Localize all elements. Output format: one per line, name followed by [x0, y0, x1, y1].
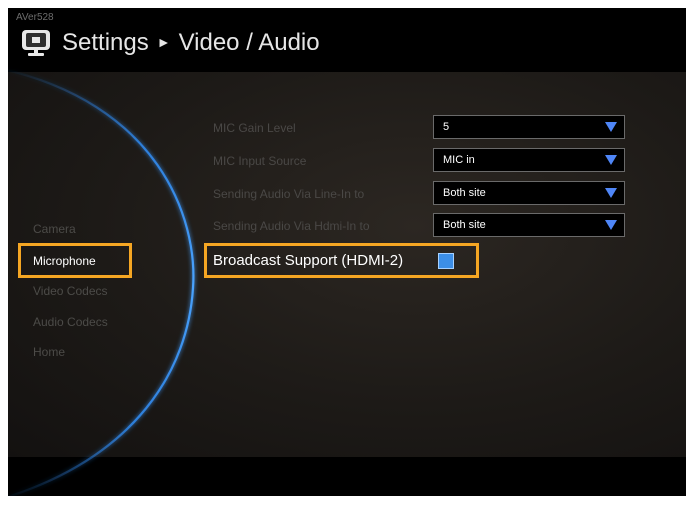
- hdmi-in-routing-dropdown[interactable]: Both site: [433, 213, 625, 237]
- line-in-routing-value: Both site: [443, 187, 486, 199]
- hdmi-in-routing-label: Sending Audio Via Hdmi-In to: [213, 219, 370, 233]
- footer-bar: [8, 457, 686, 496]
- mic-input-source-dropdown[interactable]: MIC in: [433, 148, 625, 172]
- sidebar-item-camera[interactable]: Camera: [33, 222, 76, 236]
- app-screen: Camera Microphone Video Codecs Audio Cod…: [8, 8, 686, 496]
- page-title: Settings ► Video / Audio: [20, 28, 320, 58]
- breadcrumb-arrow-icon: ►: [156, 34, 171, 50]
- mic-input-source-label: MIC Input Source: [213, 154, 307, 168]
- line-in-routing-dropdown[interactable]: Both site: [433, 181, 625, 205]
- sidebar-item-audio-codecs[interactable]: Audio Codecs: [33, 315, 108, 329]
- broadcast-support-checkbox[interactable]: [438, 253, 454, 269]
- focus-highlight-sidebar: [18, 243, 132, 278]
- triangle-down-icon: [605, 188, 617, 198]
- monitor-icon: [22, 30, 50, 56]
- triangle-down-icon: [605, 220, 617, 230]
- brand-label: AVer528: [16, 12, 54, 23]
- breadcrumb-section: Settings: [62, 29, 149, 56]
- mic-input-source-value: MIC in: [443, 154, 475, 166]
- triangle-down-icon: [605, 122, 617, 132]
- header-bar: AVer528 Settings ► Video / Audio: [8, 8, 686, 72]
- line-in-routing-label: Sending Audio Via Line-In to: [213, 187, 365, 201]
- sidebar-item-home[interactable]: Home: [33, 345, 65, 359]
- mic-gain-level-label: MIC Gain Level: [213, 121, 296, 135]
- sidebar-item-video-codecs[interactable]: Video Codecs: [33, 284, 108, 298]
- triangle-down-icon: [605, 155, 617, 165]
- mic-gain-level-value: 5: [443, 121, 450, 133]
- breadcrumb-page: Video / Audio: [178, 29, 320, 56]
- content-area: Camera Microphone Video Codecs Audio Cod…: [8, 72, 686, 457]
- broadcast-support-label: Broadcast Support (HDMI-2): [213, 252, 404, 269]
- hdmi-in-routing-value: Both site: [443, 219, 486, 231]
- mic-gain-level-dropdown[interactable]: 5: [433, 115, 625, 139]
